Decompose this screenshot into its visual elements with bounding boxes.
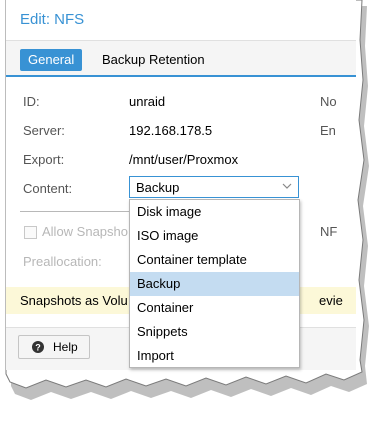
id-value: unraid <box>129 94 166 109</box>
dropdown-option-container-template[interactable]: Container template <box>130 248 299 272</box>
dialog-title: Edit: NFS <box>20 11 85 28</box>
section-divider <box>20 211 130 212</box>
dropdown-option-backup[interactable]: Backup <box>130 272 299 296</box>
snapshot-hint-text: Snapshots as Volu <box>20 293 128 308</box>
right-column-label-1: No <box>320 94 337 109</box>
export-value: /mnt/user/Proxmox <box>129 152 239 167</box>
server-value: 192.168.178.5 <box>129 123 213 138</box>
right-column-label-2: En <box>320 123 336 138</box>
question-circle-icon: ? <box>32 341 44 353</box>
dropdown-option-snippets[interactable]: Snippets <box>130 320 299 344</box>
screenshot-stage: Edit: NFS General Backup Retention ID: u… <box>0 0 369 428</box>
content-dropdown-list: Disk image ISO image Container template … <box>129 199 300 368</box>
snapshot-hint-tail: evie <box>319 293 343 308</box>
dropdown-option-disk-image[interactable]: Disk image <box>130 200 299 224</box>
content-label: Content: <box>23 181 73 196</box>
content-combobox[interactable]: Backup <box>129 176 299 198</box>
chevron-down-icon[interactable] <box>282 180 292 192</box>
id-label: ID: <box>23 94 40 109</box>
tab-general[interactable]: General <box>20 49 83 71</box>
dropdown-option-container[interactable]: Container <box>130 296 299 320</box>
preallocation-label: Preallocation: <box>23 254 102 269</box>
tab-backup-retention[interactable]: Backup Retention <box>94 49 213 71</box>
dropdown-option-iso-image[interactable]: ISO image <box>130 224 299 248</box>
content-combobox-value: Backup <box>136 180 180 195</box>
allow-snapshots-label: Allow Snapsho <box>42 224 128 239</box>
right-column-label-3: NF <box>320 224 338 239</box>
help-button-label: Help <box>53 340 78 354</box>
svg-text:?: ? <box>35 343 41 353</box>
server-label: Server: <box>23 123 65 138</box>
help-button[interactable]: ? Help <box>18 335 90 359</box>
dropdown-option-import[interactable]: Import <box>130 344 299 368</box>
export-label: Export: <box>23 152 65 167</box>
allow-snapshots-checkbox[interactable] <box>24 226 37 239</box>
tab-bar: General Backup Retention <box>6 41 356 77</box>
dialog-titlebar: Edit: NFS <box>6 0 356 40</box>
